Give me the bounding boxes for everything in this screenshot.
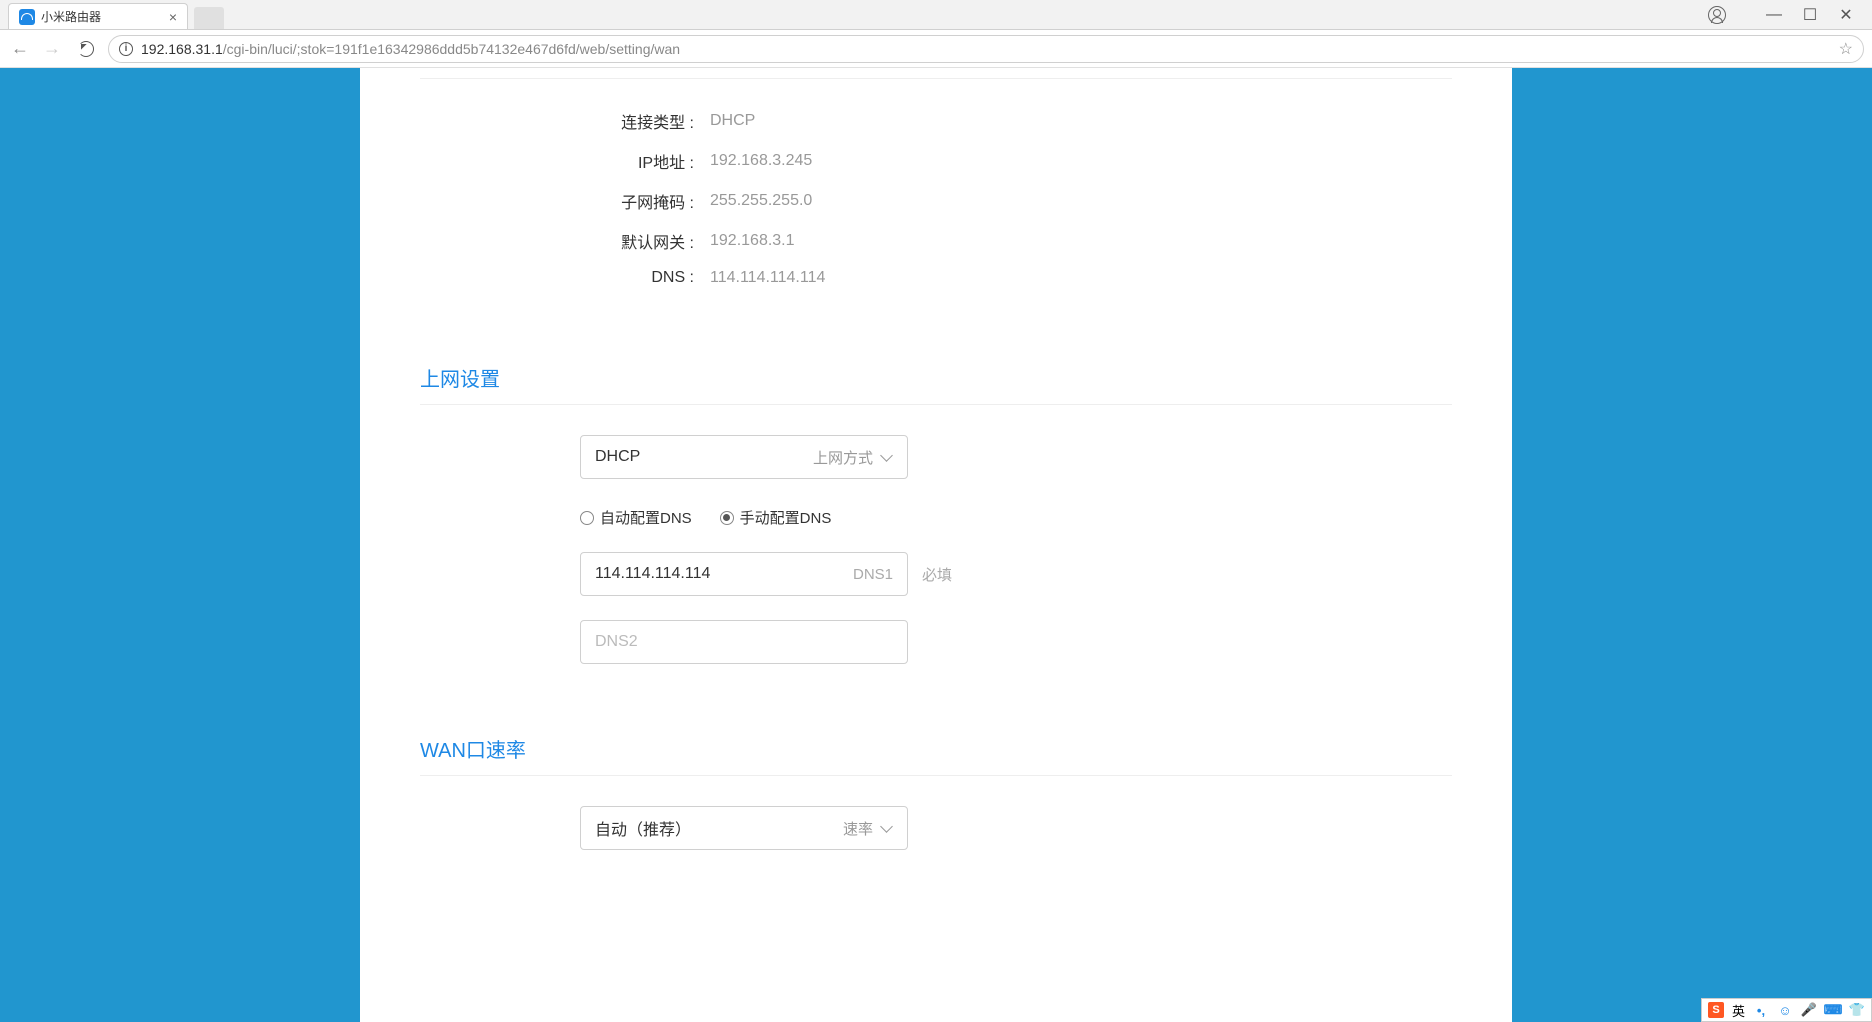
bookmark-star-icon[interactable]: ☆ [1839, 39, 1853, 59]
dns2-input[interactable] [595, 633, 893, 651]
select-label: 速率 [843, 818, 873, 839]
nav-forward-icon[interactable]: → [40, 38, 64, 59]
ime-toolbar[interactable]: S 英 •, ☺ 🎤 ⌨ 👕 [1701, 998, 1872, 1022]
dns1-suffix-label: DNS1 [853, 566, 893, 583]
chevron-down-icon [881, 451, 893, 463]
tab-close-icon[interactable]: × [169, 9, 177, 25]
section-title-internet: 上网设置 [420, 363, 1452, 405]
dns1-row: DNS1 必填 [580, 552, 1452, 596]
info-row-dns: DNS : 114.114.114.114 [420, 269, 1452, 287]
info-label: IP地址 : [420, 149, 710, 173]
info-value: 192.168.3.1 [710, 232, 795, 250]
browser-tab-bar: 小米路由器 × — ☐ ✕ [0, 0, 1872, 30]
tab-title: 小米路由器 [41, 8, 101, 25]
page-background: 连接类型 : DHCP IP地址 : 192.168.3.245 子网掩码 : … [0, 68, 1872, 1022]
info-row-connection-type: 连接类型 : DHCP [420, 109, 1452, 133]
info-value: DHCP [710, 112, 755, 130]
wan-speed-block: 自动（推荐） 速率 [420, 776, 1452, 850]
window-minimize-icon[interactable]: — [1766, 6, 1782, 24]
nav-back-icon[interactable]: ← [8, 38, 32, 59]
ime-keyboard-icon[interactable]: ⌨ [1825, 1002, 1841, 1018]
window-close-icon[interactable]: ✕ [1838, 5, 1854, 25]
account-icon[interactable] [1708, 6, 1726, 24]
info-label: 子网掩码 : [420, 189, 710, 213]
dns1-input[interactable] [595, 565, 853, 583]
dns-mode-radio-group: 自动配置DNS 手动配置DNS [580, 507, 1452, 528]
radio-label: 自动配置DNS [600, 507, 692, 528]
section-title-wan-speed: WAN口速率 [420, 734, 1452, 776]
network-info-section: 连接类型 : DHCP IP地址 : 192.168.3.245 子网掩码 : … [420, 78, 1452, 343]
url-text: 192.168.31.1/cgi-bin/luci/;stok=191f1e16… [141, 41, 1839, 57]
select-value: 自动（推荐） [595, 816, 691, 840]
info-row-ip: IP地址 : 192.168.3.245 [420, 149, 1452, 173]
info-label: 连接类型 : [420, 109, 710, 133]
dns2-row [580, 620, 1452, 664]
browser-toolbar: ← → i 192.168.31.1/cgi-bin/luci/;stok=19… [0, 30, 1872, 68]
info-value: 192.168.3.245 [710, 152, 812, 170]
ime-punct-icon[interactable]: •, [1753, 1002, 1769, 1018]
chevron-down-icon [881, 822, 893, 834]
select-label: 上网方式 [813, 447, 873, 468]
ime-emoji-icon[interactable]: ☺ [1777, 1002, 1793, 1018]
info-value: 114.114.114.114 [710, 269, 825, 287]
window-controls: — ☐ ✕ [1708, 0, 1872, 29]
ime-logo-icon[interactable]: S [1708, 1002, 1724, 1018]
nav-reload-icon[interactable] [78, 41, 94, 57]
window-maximize-icon[interactable]: ☐ [1802, 5, 1818, 25]
radio-manual-dns[interactable]: 手动配置DNS [720, 507, 832, 528]
dns1-hint: 必填 [922, 564, 952, 585]
tab-favicon-icon [19, 9, 35, 25]
browser-tab-inactive[interactable] [194, 7, 224, 29]
info-label: 默认网关 : [420, 229, 710, 253]
radio-icon [580, 511, 594, 525]
info-value: 255.255.255.0 [710, 192, 812, 210]
dns1-input-wrapper: DNS1 [580, 552, 908, 596]
info-row-gateway: 默认网关 : 192.168.3.1 [420, 229, 1452, 253]
wan-speed-select[interactable]: 自动（推荐） 速率 [580, 806, 908, 850]
radio-auto-dns[interactable]: 自动配置DNS [580, 507, 692, 528]
browser-tab-active[interactable]: 小米路由器 × [8, 3, 188, 29]
radio-icon [720, 511, 734, 525]
radio-label: 手动配置DNS [740, 507, 832, 528]
ime-lang-label[interactable]: 英 [1732, 1001, 1745, 1020]
select-value: DHCP [595, 448, 640, 466]
dns2-input-wrapper [580, 620, 908, 664]
internet-settings-block: DHCP 上网方式 自动配置DNS 手动配置DNS DNS1 [420, 405, 1452, 714]
ime-voice-icon[interactable]: 🎤 [1801, 1002, 1817, 1018]
site-info-icon[interactable]: i [119, 42, 133, 56]
connection-mode-select[interactable]: DHCP 上网方式 [580, 435, 908, 479]
info-label: DNS : [420, 269, 710, 287]
content-panel: 连接类型 : DHCP IP地址 : 192.168.3.245 子网掩码 : … [360, 68, 1512, 1022]
url-bar[interactable]: i 192.168.31.1/cgi-bin/luci/;stok=191f1e… [108, 35, 1864, 63]
info-row-subnet: 子网掩码 : 255.255.255.0 [420, 189, 1452, 213]
ime-skin-icon[interactable]: 👕 [1849, 1002, 1865, 1018]
